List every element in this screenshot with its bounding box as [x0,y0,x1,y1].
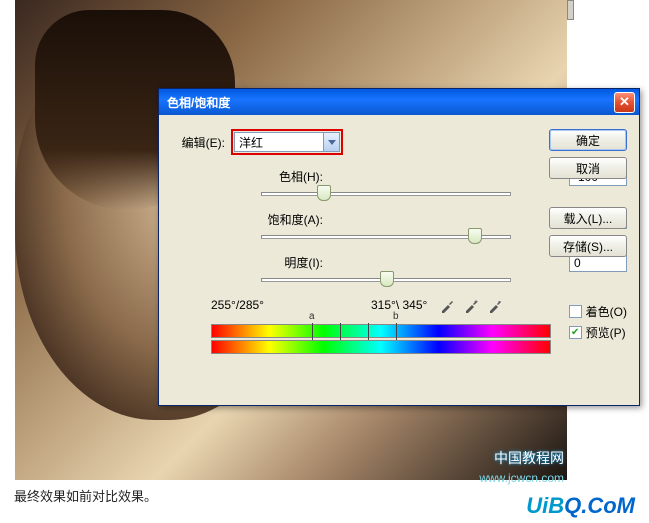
watermark-site-name: 中国教程网 [494,448,564,468]
checkbox-group: 着色(O) ✔ 预览(P) [569,303,627,345]
saturation-slider-thumb[interactable] [468,228,482,244]
eyedropper-add-icon[interactable]: + [463,296,481,314]
watermark-part-a: UiB [526,493,564,518]
edit-dropdown-value: 洋红 [235,134,323,151]
colorize-checkbox[interactable] [569,305,582,318]
edit-dropdown[interactable]: 洋红 [234,132,340,152]
angle-range-2: 315°\ 345° [371,298,427,312]
saturation-slider[interactable] [261,235,511,239]
hue-saturation-dialog: 色相/饱和度 ✕ 编辑(E): 洋红 色相(H): 饱和度(A) [158,88,640,406]
edit-select-highlight: 洋红 [231,129,343,155]
watermark-site-url: www.jcwcn.com [479,471,564,485]
dialog-title: 色相/饱和度 [163,94,614,111]
hue-slider[interactable] [261,192,511,196]
angle-range-1: 255°/285° [211,298,301,312]
load-button[interactable]: 载入(L)... [549,207,627,229]
hue-strip-top[interactable] [211,324,551,338]
dialog-titlebar[interactable]: 色相/饱和度 ✕ [159,89,639,115]
dropdown-arrow [323,133,339,151]
saturation-label: 饱和度(A): [241,211,331,228]
hue-strip-group [171,324,627,354]
page-caption: 最终效果如前对比效果。 [14,486,157,505]
dialog-button-column: 确定 取消 载入(L)... 存储(S)... [549,129,627,257]
watermark-part-b: Q.CoM [564,493,635,518]
preview-checkbox[interactable]: ✔ [569,326,582,339]
close-icon: ✕ [619,94,630,110]
edit-label: 编辑(E): [171,134,231,151]
lightness-slider-row [171,278,627,282]
preview-row: ✔ 预览(P) [569,324,627,341]
hue-slider-thumb[interactable] [317,185,331,201]
page-watermark: UiBQ.CoM [526,493,635,519]
cancel-button[interactable]: 取消 [549,157,627,179]
hue-strip-bottom [211,340,551,354]
hue-range-marker[interactable] [312,323,313,341]
eyedropper-group: + - [439,296,505,314]
svg-text:-: - [498,299,501,306]
angle-eyedropper-row: 255°/285° 315°\ 345° + - [171,296,627,314]
dialog-body: 编辑(E): 洋红 色相(H): 饱和度(A): [159,115,639,405]
lightness-label: 明度(I): [241,254,331,271]
lightness-slider[interactable] [261,278,511,282]
eyedropper-icon[interactable] [439,296,457,314]
close-button[interactable]: ✕ [614,92,635,113]
preview-label: 预览(P) [586,324,626,341]
hue-range-marker[interactable] [396,323,397,341]
colorize-label: 着色(O) [586,303,627,320]
svg-text:+: + [474,299,478,306]
chevron-down-icon [328,140,336,145]
scrollbar-fragment [567,0,574,20]
hue-range-marker[interactable] [368,323,369,341]
eyedropper-subtract-icon[interactable]: - [487,296,505,314]
ok-button[interactable]: 确定 [549,129,627,151]
colorize-row: 着色(O) [569,303,627,320]
lightness-slider-thumb[interactable] [380,271,394,287]
hue-range-marker[interactable] [340,323,341,341]
hue-label: 色相(H): [241,168,331,185]
save-button[interactable]: 存储(S)... [549,235,627,257]
